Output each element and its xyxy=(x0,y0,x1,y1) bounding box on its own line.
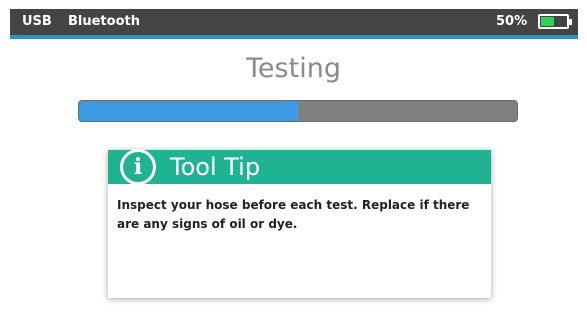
info-icon: i xyxy=(120,149,156,185)
battery-icon xyxy=(538,14,572,29)
battery-level-fill xyxy=(541,17,554,26)
page-title: Testing xyxy=(246,53,341,84)
battery-percent: 50% xyxy=(496,14,528,29)
progress-bar xyxy=(78,100,518,122)
tool-tip-card: i Tool Tip Inspect your hose before each… xyxy=(108,149,491,298)
tool-tip-header: i Tool Tip xyxy=(108,149,491,185)
tool-tip-title: Tool Tip xyxy=(170,153,261,181)
status-bar: USB Bluetooth 50% xyxy=(10,9,578,39)
tool-tip-body: Inspect your hose before each test. Repl… xyxy=(117,198,470,231)
bluetooth-indicator: Bluetooth xyxy=(68,14,140,29)
progress-bar-fill xyxy=(79,101,298,121)
usb-indicator: USB xyxy=(22,14,52,29)
